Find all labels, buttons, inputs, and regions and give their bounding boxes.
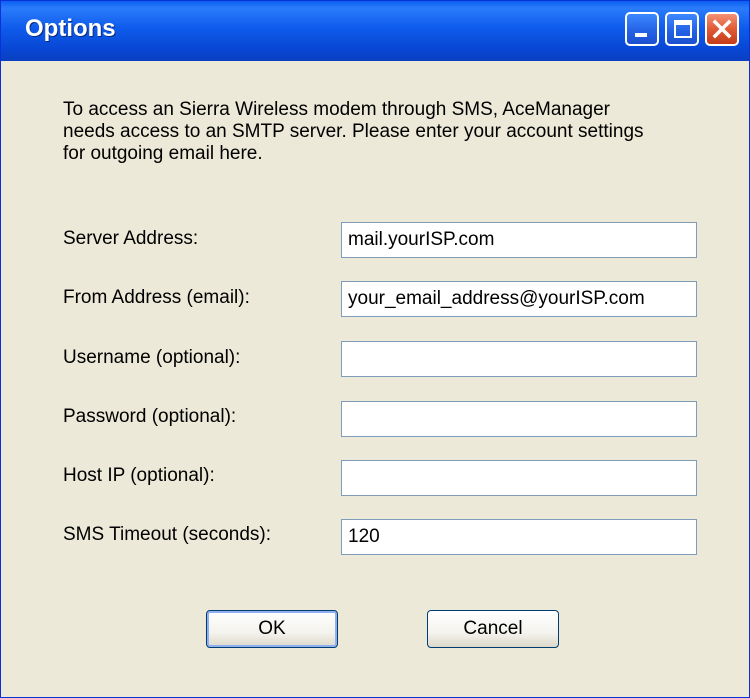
server-address-input[interactable] (341, 222, 697, 258)
username-label: Username (optional): (63, 347, 241, 368)
maximize-icon (674, 20, 692, 38)
window-title: Options (25, 15, 116, 42)
close-button[interactable] (705, 12, 739, 46)
username-input[interactable] (341, 341, 697, 377)
ok-button[interactable]: OK (206, 610, 338, 648)
from-address-label: From Address (email): (63, 287, 250, 308)
intro-text: To access an Sierra Wireless modem throu… (63, 99, 644, 164)
host-ip-input[interactable] (341, 460, 697, 496)
options-dialog: Options To access an Sierra Wireless mod… (0, 0, 750, 698)
close-icon (712, 19, 732, 39)
cancel-button[interactable]: Cancel (427, 610, 559, 648)
title-bar[interactable]: Options (1, 1, 749, 61)
server-address-label: Server Address: (63, 228, 199, 249)
host-ip-label: Host IP (optional): (63, 465, 215, 486)
sms-timeout-input[interactable] (341, 519, 697, 555)
maximize-button[interactable] (665, 12, 699, 46)
minimize-icon (635, 33, 647, 37)
password-input[interactable] (341, 401, 697, 437)
password-label: Password (optional): (63, 406, 237, 427)
minimize-button[interactable] (625, 12, 659, 46)
sms-timeout-label: SMS Timeout (seconds): (63, 524, 272, 545)
from-address-input[interactable] (341, 281, 697, 317)
